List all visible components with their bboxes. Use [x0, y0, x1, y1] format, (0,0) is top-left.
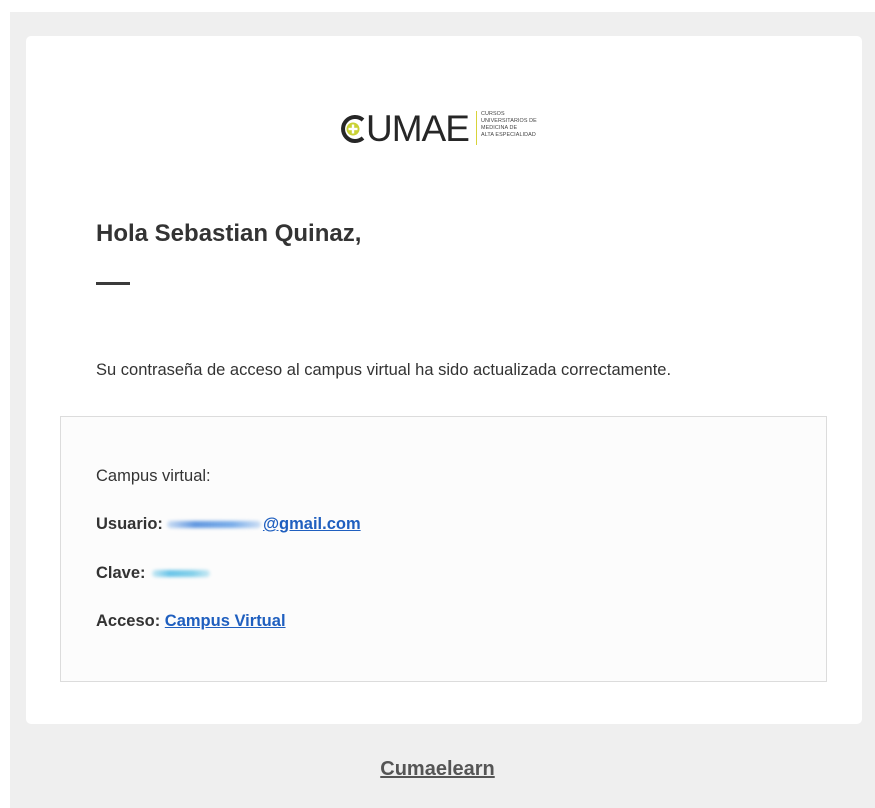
logo-subtitle-line: UNIVERSITARIOS DE [481, 118, 537, 124]
redacted-password-blur [151, 570, 210, 578]
confirmation-message: Su contraseña de acceso al campus virtua… [96, 361, 672, 379]
logo-divider [476, 111, 477, 145]
access-label: Acceso: [96, 612, 161, 630]
credentials-box: Campus virtual: Usuario: @gmail.com Clave… [60, 416, 827, 682]
logo-subtitle-line: MEDICINA DE [481, 125, 518, 131]
redacted-email-blur [166, 521, 261, 529]
logo-c-plus-icon [339, 109, 366, 149]
logo-subtitle-line: ALTA ESPECIALIDAD [481, 132, 536, 138]
cumae-logo: UMAE CURSOS UNIVERSITARIOS DE MEDICINA D… [339, 109, 551, 149]
logo-wordmark: UMAE [366, 108, 470, 149]
access-row: Acceso: Campus Virtual [96, 610, 286, 632]
email-card: UMAE CURSOS UNIVERSITARIOS DE MEDICINA D… [26, 36, 862, 724]
cumaelearn-footer-link[interactable]: Cumaelearn [0, 758, 875, 781]
password-row: Clave: [96, 562, 212, 584]
password-label: Clave: [96, 564, 146, 582]
logo-subtitle: CURSOS UNIVERSITARIOS DE MEDICINA DE ALT… [481, 111, 561, 139]
campus-virtual-link[interactable]: Campus Virtual [165, 612, 286, 630]
logo-subtitle-line: CURSOS [481, 111, 505, 117]
greeting-heading: Hola Sebastian Quinaz, [96, 220, 362, 247]
campus-heading: Campus virtual: [96, 467, 211, 485]
heading-underline [96, 282, 130, 285]
logo-wordmark-group: UMAE [339, 108, 470, 149]
user-row: Usuario: @gmail.com [96, 513, 361, 535]
email-background: UMAE CURSOS UNIVERSITARIOS DE MEDICINA D… [10, 12, 875, 808]
user-label: Usuario: [96, 515, 163, 533]
user-email-link[interactable]: @gmail.com [263, 515, 361, 533]
